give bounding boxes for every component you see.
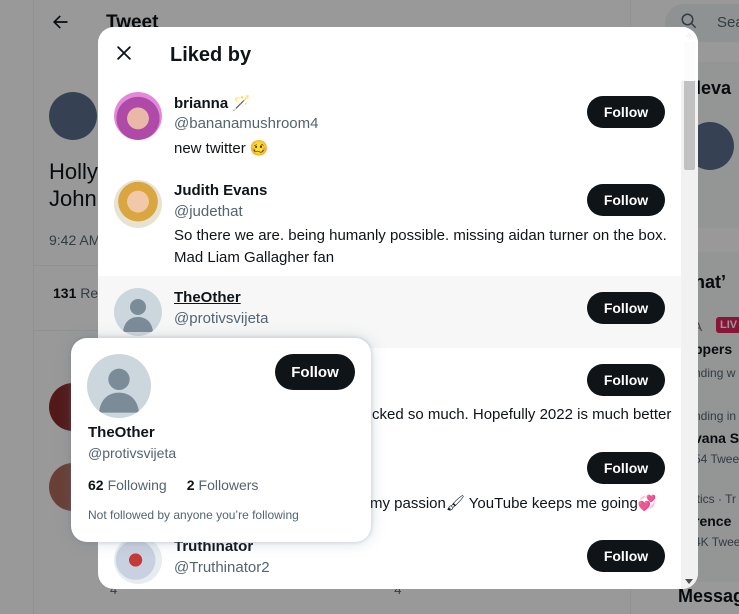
follow-button[interactable]: Follow — [587, 452, 665, 484]
followed-by-note: Not followed by anyone you’re following — [88, 508, 299, 522]
dialog-header: Liked by — [98, 27, 698, 81]
follow-button[interactable]: Follow — [587, 364, 665, 396]
following-link[interactable]: 62 Following — [88, 477, 167, 493]
user-name[interactable]: Judith Evans — [174, 182, 267, 199]
user-hovercard: Follow TheOther @protivsvijeta 62 Followi… — [71, 338, 371, 542]
follow-button[interactable]: Follow — [587, 96, 665, 128]
user-handle[interactable]: @judethat — [174, 203, 243, 220]
avatar[interactable] — [114, 536, 162, 584]
user-name[interactable]: TheOther — [174, 289, 241, 306]
followers-label: Followers — [198, 477, 259, 493]
close-icon — [117, 46, 131, 60]
follow-button[interactable]: Follow — [587, 540, 665, 572]
follow-button[interactable]: Follow — [587, 292, 665, 324]
default-avatar-icon[interactable] — [114, 288, 162, 336]
user-name[interactable]: TheOther — [88, 424, 155, 441]
user-cell[interactable]: brianna 🪄 @bananamushroom4 new twitter 🥴… — [98, 81, 681, 169]
user-name[interactable]: brianna 🪄 — [174, 94, 251, 112]
user-cell[interactable]: Judith Evans @judethat So there we are. … — [98, 169, 681, 276]
close-button[interactable] — [108, 37, 140, 69]
followers-count: 2 — [186, 477, 195, 493]
scroll-down-arrow-icon[interactable] — [685, 579, 693, 584]
follow-stats: 62 Following 2 Followers — [88, 477, 258, 493]
user-handle[interactable]: @bananamushroom4 — [174, 115, 318, 132]
dialog-title: Liked by — [170, 44, 252, 66]
user-bio: cked so much. Hopefully 2022 is much bet… — [372, 406, 672, 423]
default-avatar-icon[interactable] — [87, 354, 151, 418]
user-bio: So there we are. being humanly possible.… — [174, 227, 667, 266]
follow-button[interactable]: Follow — [587, 184, 665, 216]
avatar[interactable] — [114, 180, 162, 228]
avatar[interactable] — [114, 92, 162, 140]
following-count: 62 — [88, 477, 104, 493]
user-bio: new twitter 🥴 — [174, 140, 269, 157]
user-handle[interactable]: @Truthinator2 — [174, 559, 270, 576]
followers-link[interactable]: 2 Followers — [187, 477, 259, 493]
user-handle[interactable]: @protivsvijeta — [88, 445, 176, 461]
follow-button[interactable]: Follow — [275, 354, 355, 390]
user-bio: my passion🖌 YouTube keeps me going💞 — [370, 495, 657, 512]
user-handle[interactable]: @protivsvijeta — [174, 310, 268, 327]
following-label: Following — [107, 477, 167, 493]
